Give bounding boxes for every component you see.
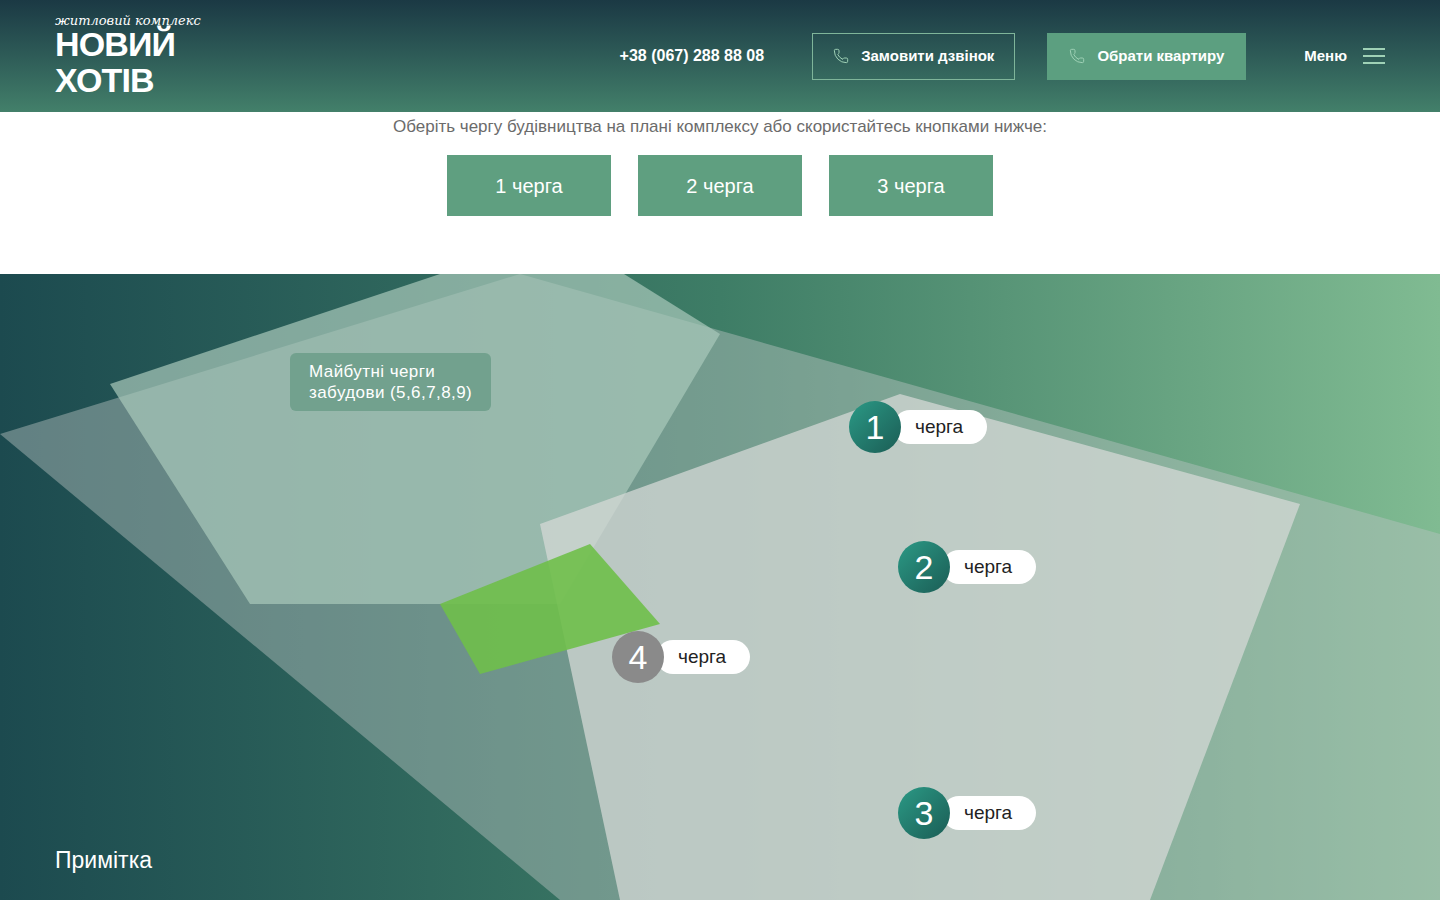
phase-pill: черга [893,410,987,444]
phase-pill: черга [942,550,1036,584]
future-phases-label[interactable]: Майбутні чергизабудови (5,6,7,8,9) [290,353,491,411]
phone-number[interactable]: +38 (067) 288 88 08 [620,44,765,68]
logo-tagline: житловий комплекс [55,14,255,27]
page: житловий комплексНОВИЙ ХОТІВ +38 (067) 28… [0,0,1440,900]
phase-number: 4 [612,631,664,683]
phase-pin[interactable]: 2черга [898,541,1036,593]
phase-button[interactable]: 2 черга [638,155,802,216]
phone-icon [833,48,849,64]
phase-button[interactable]: 1 черга [447,155,611,216]
logo[interactable]: житловий комплексНОВИЙ ХОТІВ [55,14,255,98]
phase-pill: черга [942,796,1036,830]
phase-hint: Оберіть чергу будівництва на плані компл… [393,116,1047,138]
phase-pin[interactable]: 4черга [612,631,750,683]
phase-number: 1 [849,401,901,453]
choose-apartment-button[interactable]: Обрати квартиру [1047,33,1246,80]
phase-pin[interactable]: 3черга [898,787,1036,839]
phase-pin[interactable]: 1черга [849,401,987,453]
menu-button[interactable]: Меню [1304,45,1385,68]
header: житловий комплексНОВИЙ ХОТІВ +38 (067) 28… [0,0,1440,112]
phase-number: 3 [898,787,950,839]
phase-button[interactable]: 3 черга [829,155,993,216]
phase-pill: черга [656,640,750,674]
note-label[interactable]: Примітка [55,843,152,878]
callback-button[interactable]: Замовити дзвінок [812,33,1015,80]
logo-name: НОВИЙ ХОТІВ [55,27,255,98]
complex-plan: Майбутні чергизабудови (5,6,7,8,9)1черга… [0,274,1440,900]
phone-icon [1069,48,1085,64]
phase-number: 2 [898,541,950,593]
phase-selector: Оберіть чергу будівництва на плані компл… [0,112,1440,274]
complex-render [0,274,1440,900]
hamburger-icon [1363,48,1385,64]
